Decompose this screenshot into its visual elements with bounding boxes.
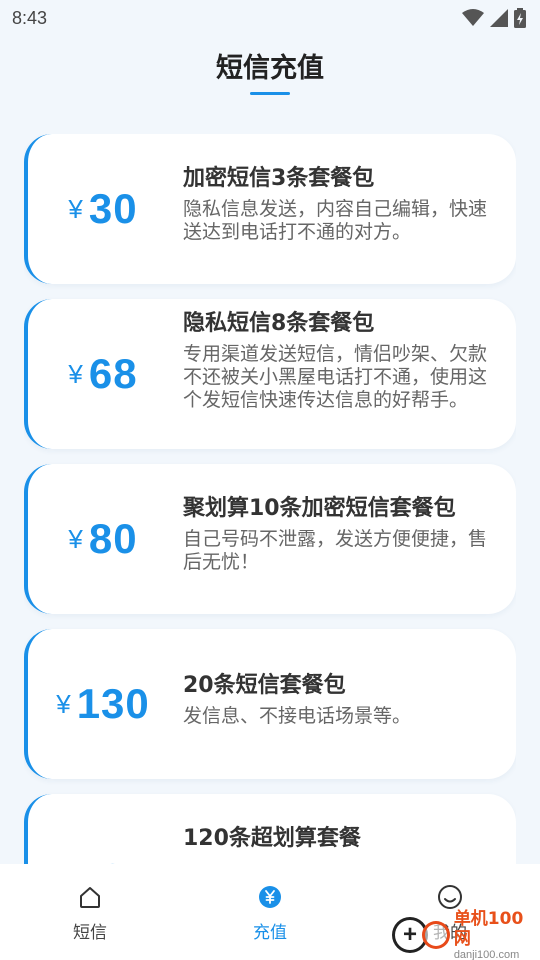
package-title: 20条短信套餐包 — [183, 673, 346, 698]
package-title: 120条超划算套餐 — [183, 826, 361, 851]
package-card[interactable]: ¥ 68 隐私短信8条套餐包 专用渠道发送短信，情侣吵架、欠款不还被关小黑屋电话… — [24, 299, 516, 449]
package-price: ¥ 130 — [28, 629, 178, 779]
package-desc: 自己号码不泄露，发送方便便捷，售后无忧！ — [183, 528, 488, 573]
tab-sms[interactable]: 短信 — [0, 864, 180, 960]
home-icon — [80, 887, 100, 908]
watermark-text: 单机100网 danji100.com — [454, 909, 540, 960]
currency-symbol: ¥ — [68, 523, 83, 554]
currency-symbol: ¥ — [68, 193, 83, 224]
package-info: 20条短信套餐包 发信息、不接电话场景等。 — [183, 671, 503, 728]
status-bar: 8:43 — [0, 0, 540, 36]
watermark-sub: danji100.com — [453, 948, 520, 960]
package-card[interactable]: ¥ 130 20条短信套餐包 发信息、不接电话场景等。 — [24, 629, 516, 779]
smiley-icon — [438, 885, 462, 909]
watermark-main: 单机100网 — [453, 908, 524, 949]
title-underline — [250, 92, 290, 95]
signal-icon — [490, 9, 508, 27]
package-price: ¥ 68 — [28, 299, 178, 449]
package-list[interactable]: ¥ 30 加密短信3条套餐包 隐私信息发送，内容自己编辑，快速送达到电话打不通的… — [24, 134, 516, 864]
price-amount: 520 — [77, 855, 150, 864]
package-card[interactable]: ¥ 30 加密短信3条套餐包 隐私信息发送，内容自己编辑，快速送达到电话打不通的… — [24, 134, 516, 284]
package-price: ¥ 520 — [28, 804, 178, 864]
package-price: ¥ 30 — [28, 134, 178, 284]
package-info: 聚划算10条加密短信套餐包 自己号码不泄露，发送方便便捷，售后无忧！ — [183, 494, 503, 574]
watermark-logo: + 单机100网 danji100.com — [392, 909, 540, 960]
package-card[interactable]: ¥ 520 120条超划算套餐 — [24, 794, 516, 864]
package-title: 聚划算10条加密短信套餐包 — [183, 496, 456, 521]
status-time: 8:43 — [12, 7, 48, 28]
currency-symbol: ¥ — [68, 358, 83, 389]
page-title: 短信充值 — [216, 53, 324, 84]
price-amount: 68 — [88, 350, 138, 397]
tab-recharge[interactable]: 充值 — [180, 864, 360, 960]
battery-icon — [514, 8, 526, 28]
price-amount: 130 — [76, 680, 150, 727]
package-desc: 专用渠道发送短信，情侣吵架、欠款不还被关小黑屋电话打不通，使用这个发短信快速传达… — [183, 343, 488, 411]
circle-icon — [421, 921, 450, 949]
package-title: 隐私短信8条套餐包 — [183, 311, 375, 336]
status-icons — [462, 8, 526, 28]
currency-symbol: ¥ — [56, 688, 71, 719]
yen-coin-icon — [259, 886, 281, 908]
package-price: ¥ 80 — [28, 464, 178, 614]
tab-label: 充值 — [253, 923, 287, 943]
package-info: 加密短信3条套餐包 隐私信息发送，内容自己编辑，快速送达到电话打不通的对方。 — [183, 164, 503, 244]
price-amount: 30 — [88, 185, 138, 232]
package-info: 隐私短信8条套餐包 专用渠道发送短信，情侣吵架、欠款不还被关小黑屋电话打不通，使… — [183, 309, 503, 412]
tab-label: 短信 — [73, 923, 107, 943]
package-desc: 隐私信息发送，内容自己编辑，快速送达到电话打不通的对方。 — [183, 198, 488, 243]
package-info: 120条超划算套餐 — [183, 824, 503, 858]
price-amount: 80 — [88, 515, 138, 562]
package-title: 加密短信3条套餐包 — [183, 166, 375, 191]
package-desc: 发信息、不接电话场景等。 — [183, 705, 412, 727]
package-card[interactable]: ¥ 80 聚划算10条加密短信套餐包 自己号码不泄露，发送方便便捷，售后无忧！ — [24, 464, 516, 614]
wifi-icon — [462, 9, 484, 26]
